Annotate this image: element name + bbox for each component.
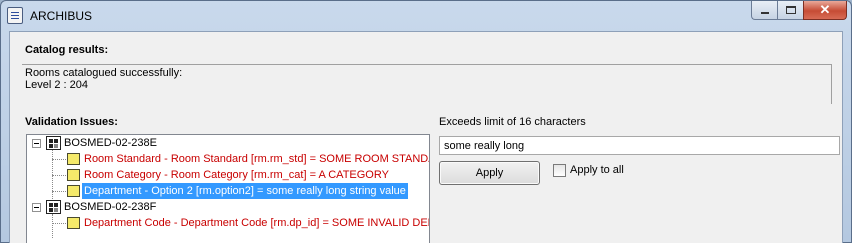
catalog-results-box: Rooms catalogued successfully: Level 2 :… <box>22 64 832 104</box>
grid-building-icon <box>46 136 61 150</box>
maximize-icon <box>786 6 796 14</box>
value-input[interactable] <box>439 136 840 155</box>
window-title: ARCHIBUS <box>30 9 93 23</box>
minimize-button[interactable] <box>751 1 777 20</box>
minus-expander-icon[interactable] <box>32 139 41 148</box>
archibus-window: ARCHIBUS ✕ Catalog results: Rooms catalo… <box>0 0 852 243</box>
tree-issue-row[interactable]: Department Code - Department Code [rm.dp… <box>27 215 429 231</box>
tree-issue-row[interactable]: Room Category - Room Category [rm.rm_cat… <box>27 167 429 183</box>
tree-group-label: BOSMED-02-238E <box>64 137 157 149</box>
tree-group-label: BOSMED-02-238F <box>64 201 157 213</box>
apply-to-all-checkbox[interactable] <box>553 164 566 177</box>
apply-to-all-label: Apply to all <box>570 164 624 176</box>
grid-building-icon <box>46 200 61 214</box>
tree-issue-row-selected[interactable]: Department - Option 2 [rm.option2] = som… <box>27 183 429 199</box>
validation-issues-tree[interactable]: BOSMED-02-238E Room Standard - Room Stan… <box>26 134 430 243</box>
issue-label: Room Standard - Room Standard [rm.rm_std… <box>84 153 429 165</box>
window-controls: ✕ <box>751 1 847 21</box>
minus-expander-icon[interactable] <box>32 203 41 212</box>
yellow-note-icon <box>67 185 80 197</box>
catalog-results-label: Catalog results: <box>25 44 109 56</box>
yellow-note-icon <box>67 169 80 181</box>
catalog-result-line: Level 2 : 204 <box>25 79 88 91</box>
yellow-note-icon <box>67 153 80 165</box>
apply-button[interactable]: Apply <box>439 161 540 185</box>
archibus-app-icon <box>7 7 23 24</box>
maximize-button[interactable] <box>777 1 803 20</box>
issue-label-selected: Department - Option 2 [rm.option2] = som… <box>82 183 408 199</box>
issue-label: Room Category - Room Category [rm.rm_cat… <box>84 169 389 181</box>
close-icon: ✕ <box>819 2 831 17</box>
tree-group-row[interactable]: BOSMED-02-238E <box>27 135 429 151</box>
validation-issues-label: Validation Issues: <box>25 116 118 128</box>
validation-message: Exceeds limit of 16 characters <box>439 116 586 128</box>
issue-label: Department Code - Department Code [rm.dp… <box>84 217 429 229</box>
tree-group-row[interactable]: BOSMED-02-238F <box>27 199 429 215</box>
catalog-result-line: Rooms catalogued successfully: <box>25 67 183 79</box>
tree-issue-row[interactable]: Room Standard - Room Standard [rm.rm_std… <box>27 151 429 167</box>
title-bar[interactable]: ARCHIBUS ✕ <box>1 1 851 31</box>
yellow-note-icon <box>67 217 80 229</box>
dialog-body: Catalog results: Rooms catalogued succes… <box>9 31 843 243</box>
minimize-icon <box>761 12 769 14</box>
close-button[interactable]: ✕ <box>803 1 847 20</box>
